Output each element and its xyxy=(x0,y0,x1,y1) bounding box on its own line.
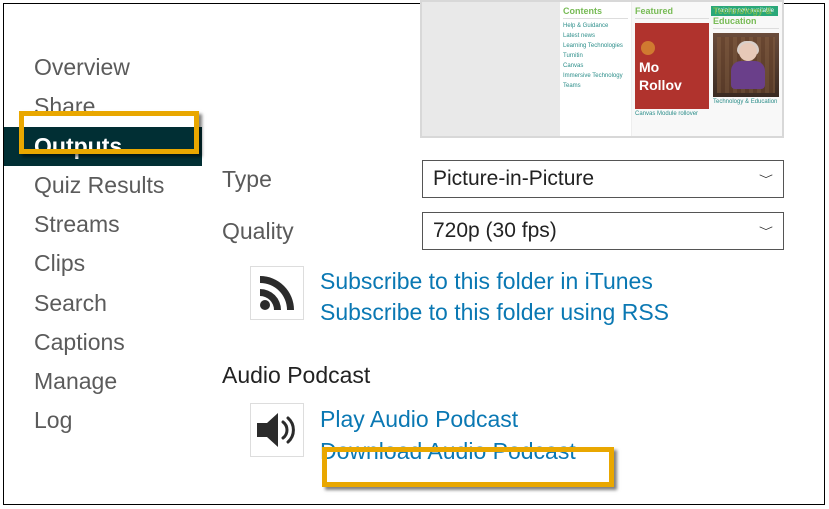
sidebar-item-clips[interactable]: Clips xyxy=(4,244,202,283)
preview-contents-item: Help & Guidance xyxy=(563,21,628,31)
subscribe-rss-link[interactable]: Subscribe to this folder using RSS xyxy=(320,297,669,328)
play-audio-podcast-link[interactable]: Play Audio Podcast xyxy=(320,403,576,435)
audio-podcast-heading: Audio Podcast xyxy=(222,362,804,389)
speaker-icon xyxy=(250,403,304,457)
audio-podcast-row: Play Audio Podcast Download Audio Podcas… xyxy=(250,403,804,467)
settings-panel-frame: Overview Share Outputs Quiz Results Stre… xyxy=(3,3,825,505)
sidebar-item-streams[interactable]: Streams xyxy=(4,205,202,244)
preview-contents-item: Latest news xyxy=(563,31,628,41)
output-preview-thumbnail: Training now available Contents Help & G… xyxy=(420,0,784,138)
sidebar-item-manage[interactable]: Manage xyxy=(4,362,202,401)
preview-contents-item: Canvas xyxy=(563,61,628,71)
sidebar-item-quiz-results[interactable]: Quiz Results xyxy=(4,166,202,205)
preview-contents-heading: Contents xyxy=(563,6,628,19)
chevron-down-icon: ﹀ xyxy=(759,172,773,186)
preview-contents-item: Learning Technologies xyxy=(563,41,628,51)
preview-featured-caption: Canvas Module rollover xyxy=(635,109,709,117)
preview-pip-overlay: Technology & Education Technology & Educ… xyxy=(710,2,782,136)
preview-pip-video xyxy=(713,33,779,97)
preview-featured-logo-icon xyxy=(641,41,655,55)
rss-icon xyxy=(250,266,304,320)
preview-right-heading: Technology & Education xyxy=(713,6,779,29)
quality-select[interactable]: 720p (30 fps) ﹀ xyxy=(422,212,784,250)
subscribe-itunes-link[interactable]: Subscribe to this folder in iTunes xyxy=(320,266,669,297)
preview-contents-item: Turnitin xyxy=(563,51,628,61)
type-select[interactable]: Picture-in-Picture ﹀ xyxy=(422,160,784,198)
output-form: Type Picture-in-Picture ﹀ Quality 720p (… xyxy=(222,160,804,467)
preview-contents-item: Immersive Technology xyxy=(563,71,628,81)
audio-podcast-links: Play Audio Podcast Download Audio Podcas… xyxy=(320,403,576,467)
outputs-main: Training now available Contents Help & G… xyxy=(202,4,824,504)
sidebar-item-captions[interactable]: Captions xyxy=(4,323,202,362)
preview-pip-person xyxy=(729,43,767,91)
quality-label: Quality xyxy=(222,218,422,245)
type-select-value: Picture-in-Picture xyxy=(433,167,594,191)
quality-select-value: 720p (30 fps) xyxy=(433,219,557,243)
subscribe-row: Subscribe to this folder in iTunes Subsc… xyxy=(250,266,804,328)
audio-podcast-section: Audio Podcast Play Audio Podcast Downloa… xyxy=(222,362,804,467)
preview-featured-card: Mo Rollov xyxy=(635,23,709,109)
type-row: Type Picture-in-Picture ﹀ xyxy=(222,160,804,198)
subscribe-links: Subscribe to this folder in iTunes Subsc… xyxy=(320,266,669,328)
chevron-down-icon: ﹀ xyxy=(759,224,773,238)
preview-right-caption: Technology & Education xyxy=(713,97,779,105)
type-label: Type xyxy=(222,166,422,193)
preview-featured-heading: Featured xyxy=(635,6,709,19)
sidebar-item-overview[interactable]: Overview xyxy=(4,48,202,87)
sidebar-item-share[interactable]: Share xyxy=(4,87,202,126)
preview-slide-area xyxy=(422,2,560,136)
settings-sidebar: Overview Share Outputs Quiz Results Stre… xyxy=(4,4,202,504)
sidebar-item-log[interactable]: Log xyxy=(4,401,202,440)
sidebar-item-search[interactable]: Search xyxy=(4,284,202,323)
preview-contents-item: Teams xyxy=(563,81,628,91)
quality-row: Quality 720p (30 fps) ﹀ xyxy=(222,212,804,250)
sidebar-item-outputs[interactable]: Outputs xyxy=(4,127,202,166)
preview-featured-panel: Featured Mo Rollov Canvas Module rollove… xyxy=(632,2,712,136)
download-audio-podcast-link[interactable]: Download Audio Podcast xyxy=(320,435,576,467)
preview-featured-title-line2: Rollov xyxy=(639,77,682,93)
preview-featured-title-line1: Mo xyxy=(639,59,659,75)
preview-contents-panel: Contents Help & Guidance Latest news Lea… xyxy=(560,2,632,136)
layout: Overview Share Outputs Quiz Results Stre… xyxy=(4,4,824,504)
